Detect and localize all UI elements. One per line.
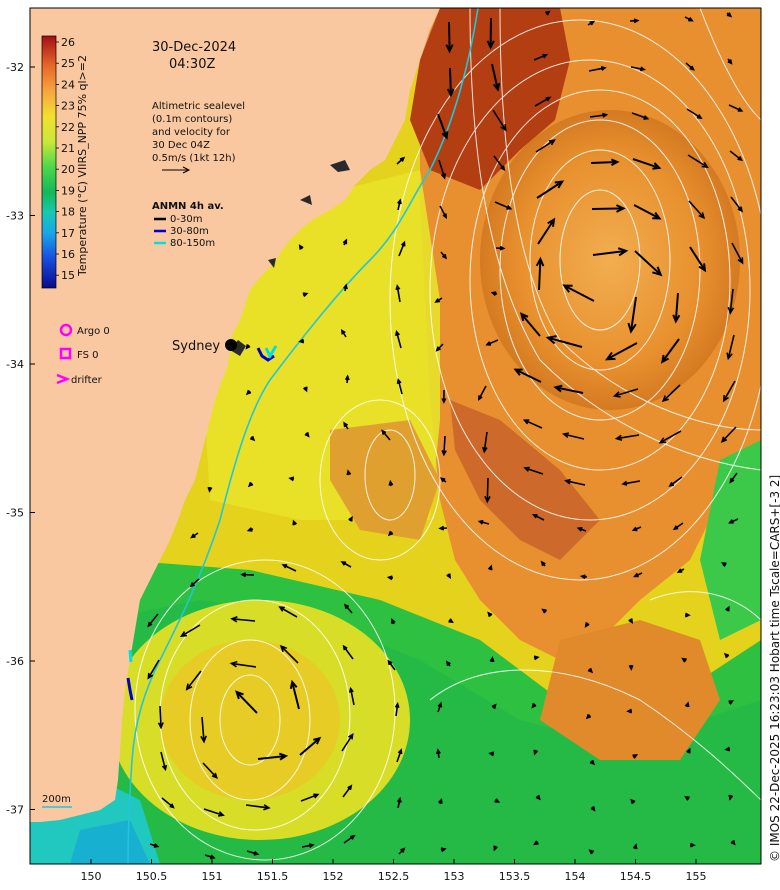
altimetry-line-3: and velocity for [152, 127, 231, 138]
colorbar-tick-label: 25 [61, 57, 75, 70]
colorbar-tick-label: 18 [61, 206, 75, 219]
lat-tick-label: -32 [6, 61, 24, 74]
drifter-label: drifter [71, 375, 103, 386]
velocity-arrow [726, 12, 733, 18]
anmn-title: ANMN 4h av. [152, 201, 224, 212]
sst-map: Sydney 26 25 24 23 22 21 20 19 18 17 16 15 Temperat… [6, 7, 780, 883]
colorbar-tick-label: 23 [61, 100, 75, 113]
colorbar-tick-label: 16 [61, 248, 75, 261]
colorbar-tick-label: 21 [61, 142, 75, 155]
colorbar-tick-label: 19 [61, 184, 75, 197]
anmn-30-80-label: 30-80m [170, 226, 209, 237]
sydney-marker [225, 339, 237, 351]
argo-label: Argo 0 [77, 326, 110, 337]
lon-tick-label: 151 [202, 870, 223, 883]
lon-tick-label: 151.5 [257, 870, 289, 883]
lon-tick-label: 153.5 [499, 870, 531, 883]
lon-tick-label: 150.5 [136, 870, 168, 883]
anmn-0-30-label: 0-30m [170, 214, 202, 225]
anmn-80-150-south [128, 649, 133, 663]
sst-field [30, 8, 761, 864]
lat-tick-label: -35 [6, 507, 24, 520]
lat-tick-label: -36 [6, 655, 24, 668]
lat-tick-label: -37 [6, 804, 24, 817]
altimetry-line-2: (0.1m contours) [152, 114, 232, 125]
map-time: 04:30Z [169, 57, 215, 72]
colorbar-tick-label: 26 [61, 36, 75, 49]
lon-tick-label: 150 [81, 870, 102, 883]
lon-tick-label: 152 [323, 870, 344, 883]
altimetry-line-1: Altimetric sealevel [152, 101, 245, 112]
lon-tick-label: 155 [686, 870, 707, 883]
fs-label: FS 0 [77, 350, 98, 361]
lon-tick-label: 152.5 [378, 870, 410, 883]
city-label: Sydney [172, 339, 220, 354]
credit-text: © IMOS 22-Dec-2025 16:23:03 Hobart time … [768, 475, 780, 862]
anmn-80-150-label: 80-150m [170, 238, 215, 249]
lat-tick-label: -33 [6, 210, 24, 223]
altimetry-line-4: 30 Dec 04Z [152, 140, 210, 151]
lon-tick-label: 153 [444, 870, 465, 883]
lon-tick-label: 154.5 [620, 870, 652, 883]
isobath-label: 200m [42, 794, 71, 805]
altimetry-line-5: 0.5m/s (1kt 12h) [152, 153, 236, 164]
colorbar-tick-label: 20 [61, 163, 75, 176]
colorbar-label: Temperature (°C) VIIRS_NPP 75% ql>=2 [76, 55, 89, 277]
lat-tick-label: -34 [6, 358, 24, 371]
map-date: 30-Dec-2024 [152, 40, 236, 55]
colorbar-tick-label: 22 [61, 121, 75, 134]
lon-tick-label: 154 [565, 870, 586, 883]
colorbar-scale [41, 35, 57, 289]
colorbar-tick-label: 24 [61, 78, 75, 91]
colorbar-tick-label: 17 [61, 227, 75, 240]
colorbar-tick-label: 15 [61, 269, 75, 282]
